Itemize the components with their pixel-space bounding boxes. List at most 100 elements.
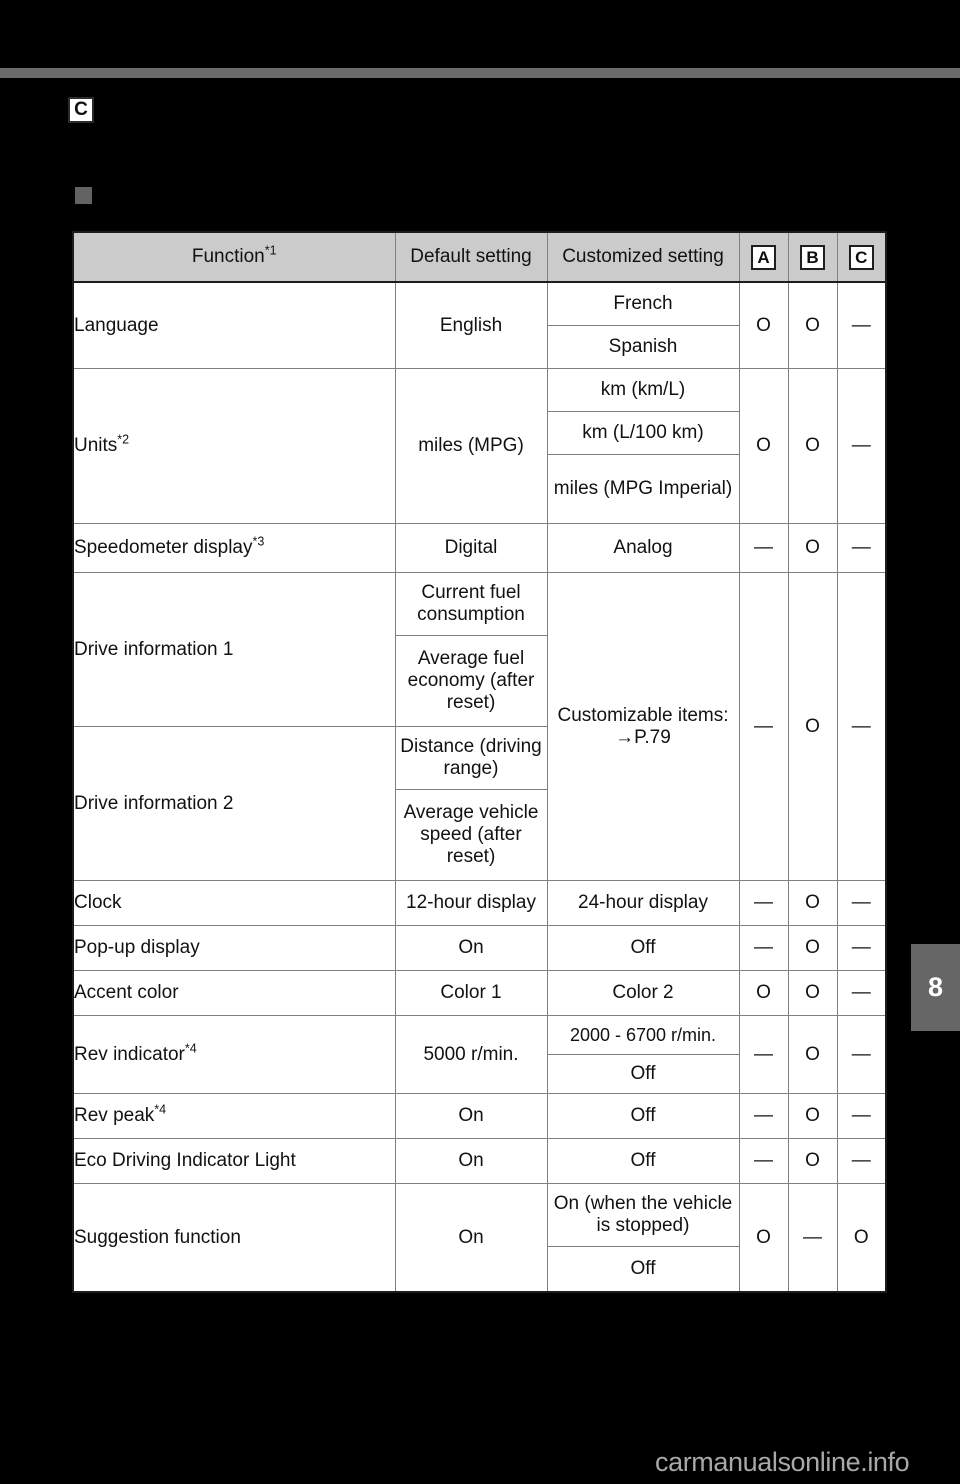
cell-c-units: —	[836, 368, 887, 524]
table-row-popup-display: Pop-up display On Off — O —	[72, 925, 887, 971]
cell-function-clock: Clock	[72, 880, 396, 926]
cell-b-units: O	[787, 368, 838, 524]
cell-default-speedometer: Digital	[394, 523, 548, 573]
cell-c-accent-color: —	[836, 970, 887, 1016]
cell-custom-suggestion-on-stopped: On (when the vehicle is stopped)	[546, 1183, 740, 1247]
manual-page: C Function*1 Default setting Customized …	[0, 0, 960, 1484]
cell-function-rev-peak-label: Rev peak	[74, 1105, 155, 1126]
cell-custom-speedometer: Analog	[546, 523, 740, 573]
cell-custom-units-kmkml: km (km/L)	[546, 368, 740, 412]
badge-c: C	[848, 244, 874, 270]
cell-c-clock: —	[836, 880, 887, 926]
cell-a-eco-driving: —	[738, 1138, 789, 1184]
cell-a-language: O	[738, 281, 789, 369]
cell-custom-drive-info-pageref: →P.79	[615, 726, 671, 748]
cell-default-units: miles (MPG)	[394, 368, 548, 524]
cell-function-rev-indicator: Rev indicator*4	[72, 1015, 396, 1094]
cell-b-eco-driving: O	[787, 1138, 838, 1184]
cell-a-rev-indicator: —	[738, 1015, 789, 1094]
header-default-setting: Default setting	[394, 231, 548, 283]
table-row-units: Units*2 miles (MPG) km (km/L) O O —	[72, 368, 887, 524]
cell-b-language: O	[787, 281, 838, 369]
table-row-speedometer-display: Speedometer display*3 Digital Analog — O…	[72, 523, 887, 573]
cell-c-popup: —	[836, 925, 887, 971]
cell-function-rev-indicator-label: Rev indicator	[74, 1043, 185, 1065]
cell-a-accent-color: O	[738, 970, 789, 1016]
header-col-a: A	[738, 231, 789, 283]
header-function-label: Function	[191, 246, 265, 267]
header-function: Function*1	[72, 231, 396, 283]
cell-custom-drive-info: Customizable items: →P.79	[546, 572, 740, 881]
cell-a-popup: —	[738, 925, 789, 971]
cell-default-drive1-avg-fuel: Average fuel economy (after reset)	[394, 635, 548, 727]
cell-b-suggestion: —	[787, 1183, 838, 1293]
cell-custom-units-imperial: miles (MPG Imperial)	[546, 454, 740, 524]
header-divider	[0, 68, 960, 78]
cell-function-speedometer-footnote: *3	[252, 534, 265, 549]
cell-function-speedometer-label: Speedometer display	[74, 537, 253, 558]
cell-custom-rev-indicator-range: 2000 - 6700 r/min.	[546, 1015, 740, 1055]
cell-a-clock: —	[738, 880, 789, 926]
table-row-accent-color: Accent color Color 1 Color 2 O O —	[72, 970, 887, 1016]
cell-b-accent-color: O	[787, 970, 838, 1016]
cell-default-language: English	[394, 281, 548, 369]
cell-default-suggestion: On	[394, 1183, 548, 1293]
cell-c-rev-indicator: —	[836, 1015, 887, 1094]
cell-custom-clock: 24-hour display	[546, 880, 740, 926]
cell-function-units-label: Units	[74, 435, 118, 456]
cell-b-clock: O	[787, 880, 838, 926]
cell-function-drive-info-2: Drive information 2	[72, 726, 396, 881]
header-function-footnote: *1	[264, 243, 277, 258]
cell-custom-language-spanish: Spanish	[546, 325, 740, 369]
cell-function-language: Language	[72, 281, 396, 369]
chapter-tab-8: 8	[911, 944, 960, 1031]
cell-c-speedometer: —	[836, 523, 887, 573]
cell-function-speedometer: Speedometer display*3	[72, 523, 396, 573]
badge-b: B	[800, 244, 825, 270]
cell-function-eco-driving: Eco Driving Indicator Light	[72, 1138, 396, 1184]
cell-c-suggestion: O	[836, 1183, 887, 1293]
cell-default-rev-indicator: 5000 r/min.	[394, 1015, 548, 1094]
cell-custom-suggestion-off: Off	[546, 1246, 740, 1293]
cell-a-speedometer: —	[738, 523, 789, 573]
cell-default-rev-peak: On	[394, 1093, 548, 1139]
cell-function-drive-info-1: Drive information 1	[72, 572, 396, 727]
cell-custom-rev-peak: Off	[546, 1093, 740, 1139]
cell-custom-eco-driving: Off	[546, 1138, 740, 1184]
cell-b-rev-indicator: O	[787, 1015, 838, 1094]
cell-function-rev-indicator-footnote: *4	[184, 1041, 197, 1056]
cell-default-drive1-current-fuel: Current fuel consumption	[394, 572, 548, 636]
cell-default-accent-color: Color 1	[394, 970, 548, 1016]
cell-function-suggestion: Suggestion function	[72, 1183, 396, 1293]
table-row-clock: Clock 12-hour display 24-hour display — …	[72, 880, 887, 926]
cell-custom-rev-indicator-off: Off	[546, 1054, 740, 1094]
table-row-language: Language English French O O —	[72, 281, 887, 369]
cell-b-speedometer: O	[787, 523, 838, 573]
site-watermark: carmanualsonline.info	[655, 1447, 910, 1477]
cell-function-units: Units*2	[72, 368, 396, 524]
cell-function-accent-color: Accent color	[72, 970, 396, 1016]
header-col-b: B	[787, 231, 838, 283]
badge-a: A	[751, 244, 776, 270]
cell-c-language: —	[836, 281, 887, 369]
cell-function-popup: Pop-up display	[72, 925, 396, 971]
table-row-suggestion-function: Suggestion function On On (when the vehi…	[72, 1183, 887, 1293]
table-row-eco-driving-indicator: Eco Driving Indicator Light On Off — O —	[72, 1138, 887, 1184]
cell-default-clock: 12-hour display	[394, 880, 548, 926]
customization-table: Function*1 Default setting Customized se…	[72, 231, 887, 1293]
cell-custom-drive-info-line1: Customizable items:	[557, 704, 729, 726]
cell-default-drive2-avg-speed: Average vehicle speed (after reset)	[394, 789, 548, 881]
cell-a-suggestion: O	[738, 1183, 789, 1293]
table-header-row: Function*1 Default setting Customized se…	[72, 231, 887, 283]
cell-a-drive-info: —	[738, 572, 789, 881]
cell-b-popup: O	[787, 925, 838, 971]
cell-function-rev-peak: Rev peak*4	[72, 1093, 396, 1139]
table-row-drive-information-1: Drive information 1 Current fuel consump…	[72, 572, 887, 881]
table-row-rev-indicator: Rev indicator*4 5000 r/min. 2000 - 6700 …	[72, 1015, 887, 1094]
cell-a-rev-peak: —	[738, 1093, 789, 1139]
cell-c-drive-info: —	[836, 572, 887, 881]
section-bullet-icon	[75, 187, 92, 204]
header-col-c: C	[836, 231, 887, 283]
header-customized-setting: Customized setting	[546, 231, 740, 283]
section-badge-c: C	[68, 97, 94, 123]
